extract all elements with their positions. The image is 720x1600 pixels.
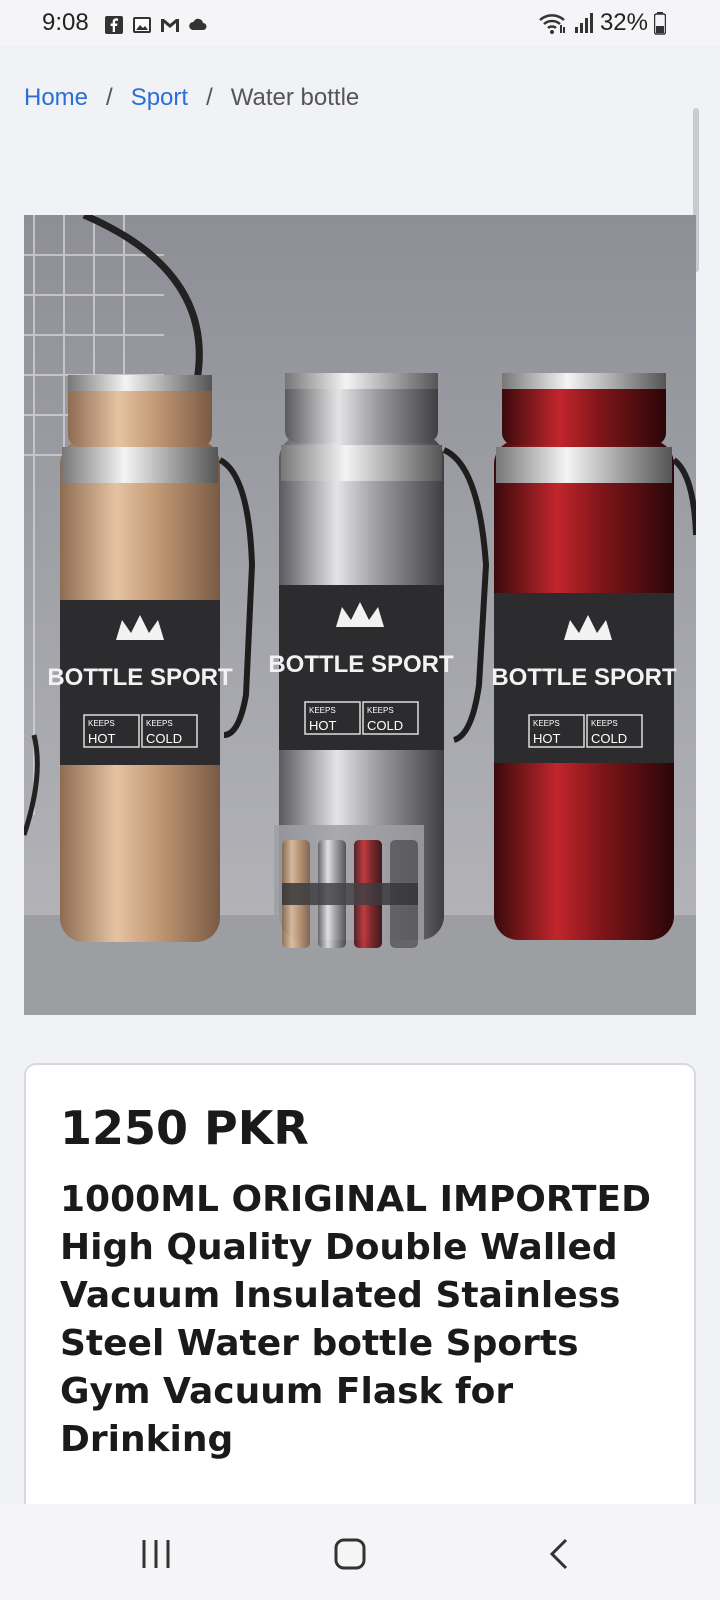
svg-text:HOT: HOT — [88, 731, 116, 746]
svg-text:HOT: HOT — [309, 718, 337, 733]
bottle-label-text: BOTTLE SPORT — [268, 651, 454, 678]
facebook-icon — [105, 16, 123, 34]
product-title: 1000ML ORIGINAL IMPORTED High Quality Do… — [60, 1179, 651, 1460]
svg-text:KEEPS: KEEPS — [591, 719, 618, 728]
svg-text:KEEPS: KEEPS — [146, 719, 173, 728]
image-icon — [133, 17, 151, 33]
system-status: 32% — [538, 9, 666, 37]
signal-icon — [574, 13, 593, 33]
bottle-label-text: BOTTLE SPORT — [491, 664, 677, 691]
svg-text:KEEPS: KEEPS — [367, 706, 394, 715]
home-icon[interactable] — [330, 1534, 370, 1574]
svg-text:COLD: COLD — [591, 731, 627, 746]
notification-icons — [104, 15, 208, 35]
status-bar: 9:08 32% — [0, 0, 720, 46]
breadcrumb-home-link[interactable]: Home — [24, 84, 88, 112]
status-time: 9:08 — [42, 9, 89, 36]
product-price: 1250 PKR — [60, 1101, 309, 1155]
cloud-icon — [189, 18, 207, 30]
svg-text:COLD: COLD — [367, 718, 403, 733]
battery-icon — [654, 12, 666, 35]
image-thumbnail-overlay[interactable] — [274, 825, 424, 950]
product-image[interactable]: BOTTLE SPORT BOTTLE SPORT BOTTLE SPORT K… — [24, 215, 696, 1015]
breadcrumb: Home / Sport / Water bottle — [24, 84, 359, 112]
svg-text:KEEPS: KEEPS — [533, 719, 560, 728]
breadcrumb-separator: / — [106, 84, 113, 111]
system-nav-bar — [0, 1504, 720, 1600]
svg-text:KEEPS: KEEPS — [309, 706, 336, 715]
gmail-icon — [161, 19, 179, 32]
recent-apps-icon[interactable] — [136, 1534, 176, 1574]
svg-text:HOT: HOT — [533, 731, 561, 746]
battery-percent: 32% — [599, 9, 648, 36]
back-icon[interactable] — [540, 1534, 580, 1574]
breadcrumb-current: Water bottle — [230, 84, 360, 111]
breadcrumb-sport-link[interactable]: Sport — [131, 84, 188, 112]
bottle-label-text: BOTTLE SPORT — [47, 664, 233, 691]
svg-text:KEEPS: KEEPS — [88, 719, 115, 728]
wifi-icon — [539, 14, 565, 34]
breadcrumb-separator: / — [206, 84, 213, 111]
svg-text:COLD: COLD — [146, 731, 182, 746]
bottle-red — [494, 373, 696, 940]
